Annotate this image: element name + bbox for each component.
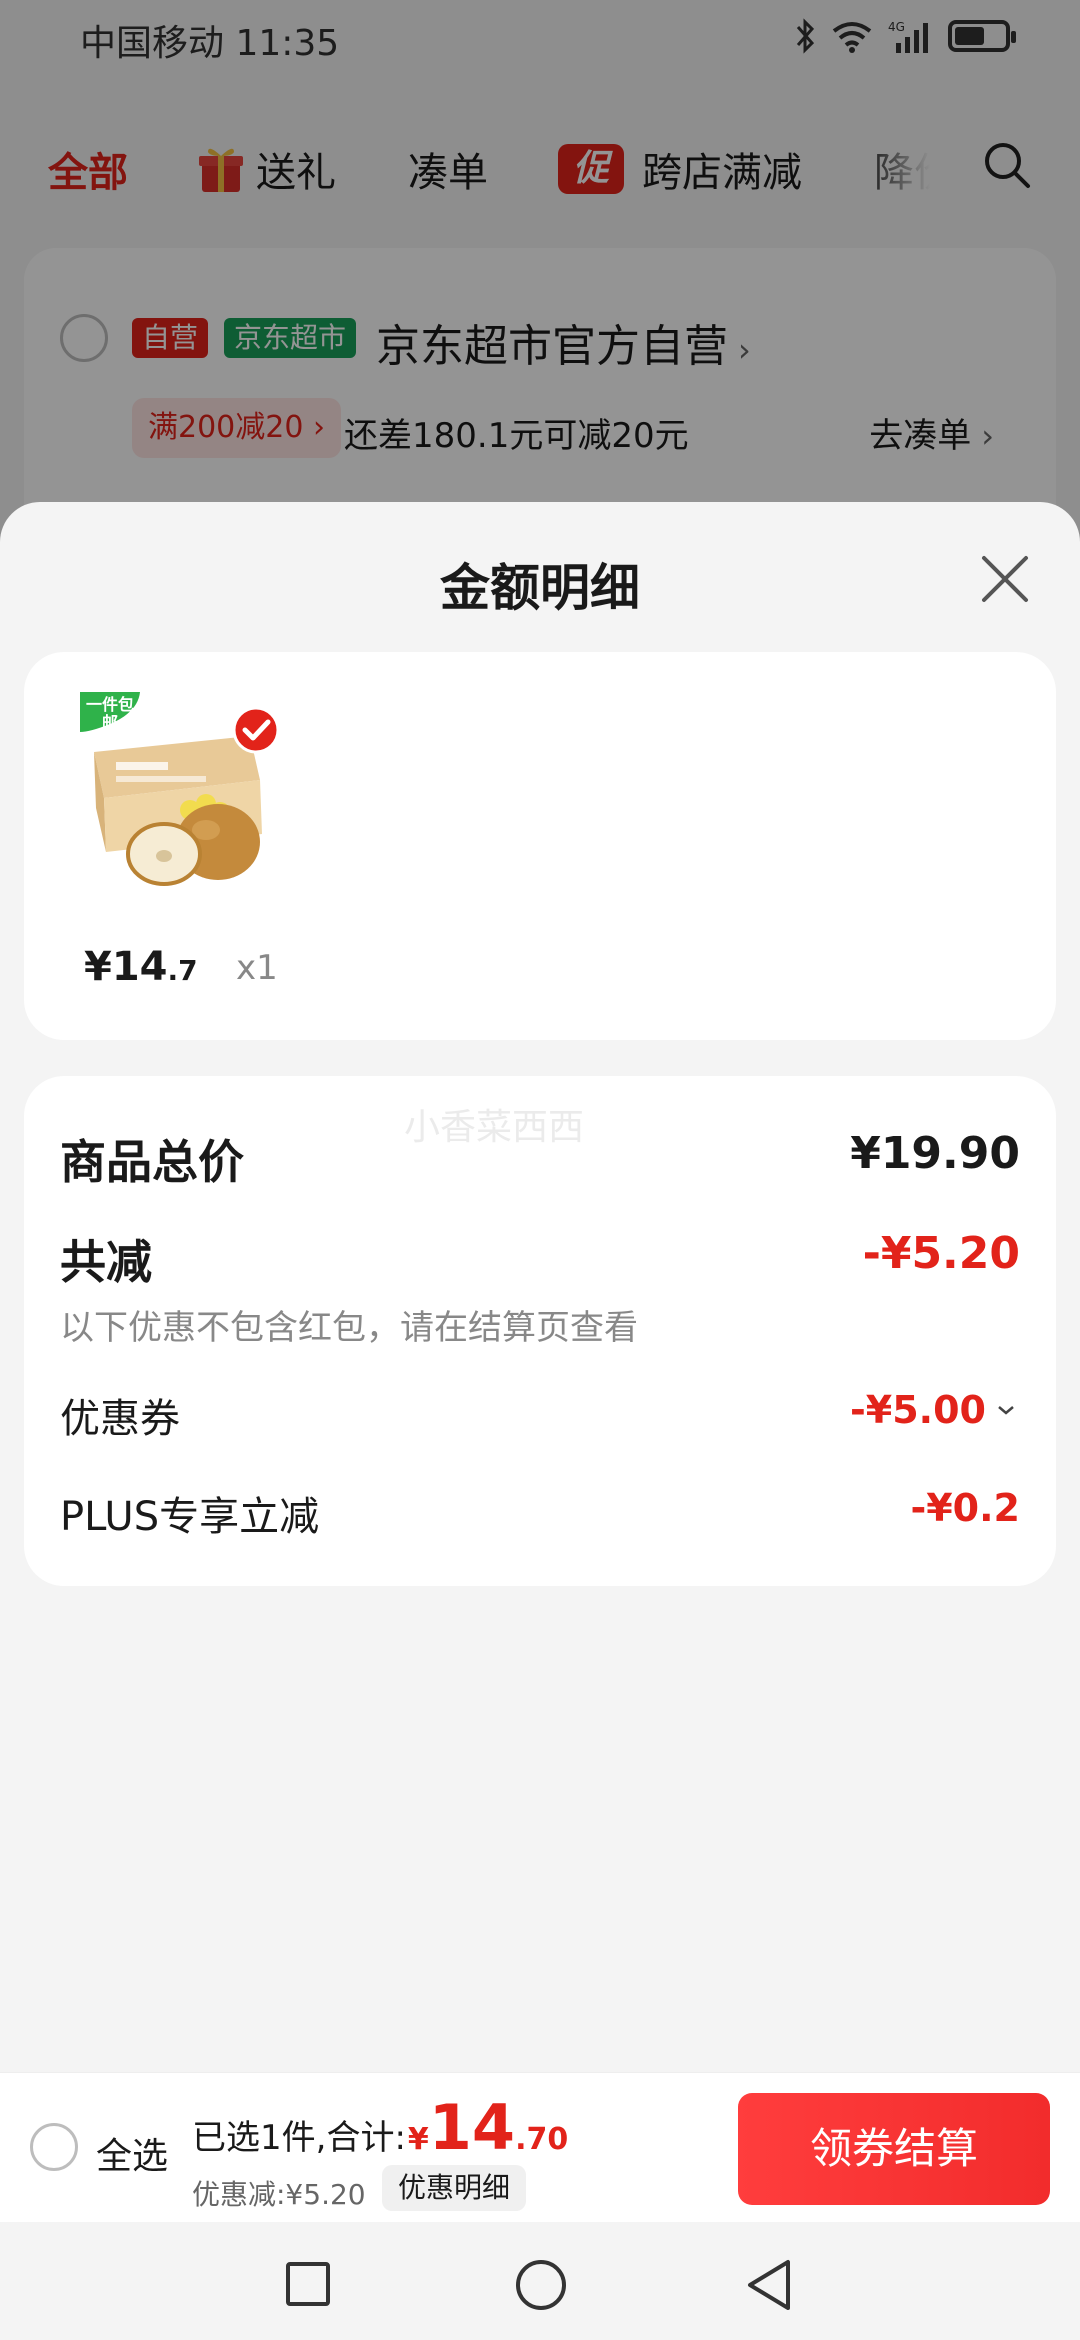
reduce-note: 以下优惠不包含红包，请在结算页查看 [60,1308,638,1348]
selection-summary: 已选1件,合计: ¥ 14 .70 [192,2097,568,2159]
total-price-label: 商品总价 [60,1135,244,1189]
watermark: 小香菜西西 [404,1107,585,1148]
coupon-row-toggle[interactable]: -¥5.00 [850,1388,1016,1432]
product-price-dec: .7 [167,954,198,987]
total-dec: .70 [515,2122,569,2157]
coupon-value: -¥5.00 [850,1388,986,1432]
close-icon[interactable] [978,552,1032,606]
total-reduce-label: 共减 [60,1235,152,1289]
total-int: 14 [428,2091,516,2164]
plus-discount-value: -¥0.2 [910,1486,1020,1530]
back-icon[interactable] [744,2258,794,2312]
sheet-title: 金额明细 [440,559,640,617]
price-breakdown-card: 小香菜西西 商品总价 ¥19.90 共减 -¥5.20 以下优惠不包含红包，请在… [24,1076,1056,1586]
selected-count-text: 已选1件,合计: [192,2118,406,2158]
home-button[interactable] [516,2260,566,2310]
select-all-label[interactable]: 全选 [96,2127,168,2179]
product-quantity: x1 [236,948,278,988]
total-price-value: ¥19.90 [850,1128,1020,1179]
product-price-int: ¥14 [84,944,168,990]
free-shipping-badge: 一件包邮 [85,695,134,732]
checkout-bar: 全选 已选1件,合计: ¥ 14 .70 优惠减:¥5.20 优惠明细 领券结算 [0,2072,1080,2222]
plus-discount-label: PLUS专享立减 [60,1494,320,1540]
recent-apps-button[interactable] [286,2262,330,2306]
coupon-label: 优惠券 [60,1396,180,1442]
amount-detail-sheet: 金额明细 一件包邮 ¥14.7 x1 小香菜西西 商品总价 ¥19.90 共减 … [0,502,1080,2072]
product-card: 一件包邮 ¥14.7 x1 [24,652,1056,1040]
total-reduce-value: -¥5.20 [862,1228,1020,1279]
discount-summary: 优惠减:¥5.20 [192,2178,366,2211]
discount-detail-button[interactable]: 优惠明细 [382,2165,527,2211]
checkout-button[interactable]: 领券结算 [738,2093,1050,2205]
total-currency: ¥ [407,2122,429,2157]
product-price: ¥14.7 [84,944,198,990]
background-page: 中国移动 11:35 4G 全部 送礼 凑单 促 跨店满减 自营 京东超市 京东… [0,0,1080,568]
chevron-down-icon [998,1406,1014,1415]
system-nav-bar [0,2222,1080,2340]
dim-overlay[interactable] [0,0,1080,560]
select-all-radio[interactable] [30,2123,78,2171]
